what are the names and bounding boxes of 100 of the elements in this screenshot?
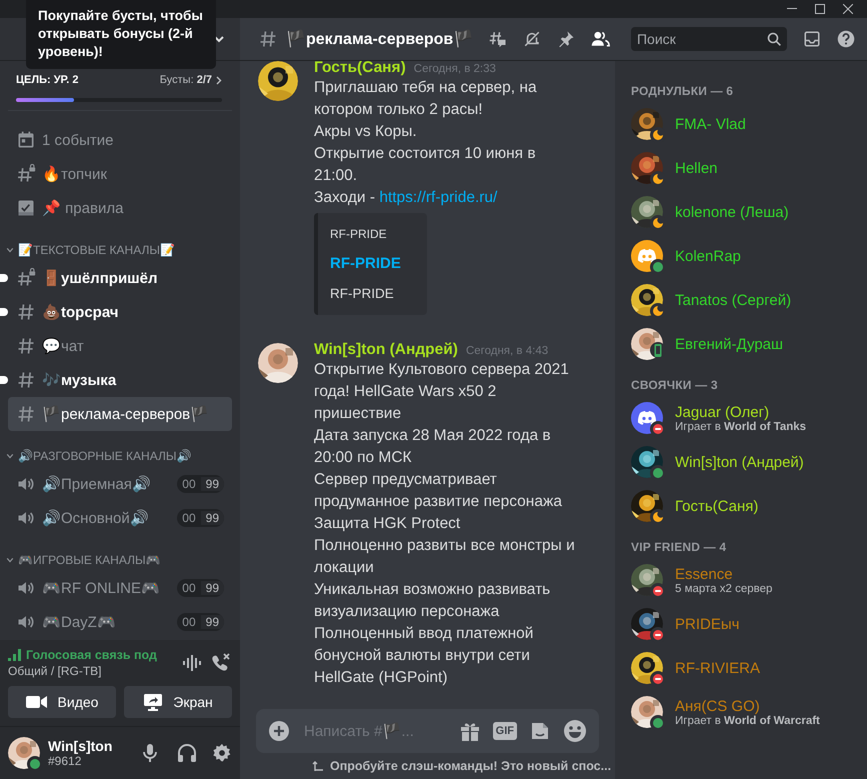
member-name: Win[s]ton (Андрей) bbox=[675, 454, 804, 470]
member-item[interactable]: KolenRap bbox=[623, 234, 859, 278]
member-name: Аня(CS GO) bbox=[675, 698, 761, 714]
message-text: Дата запуска 28 Мая 2022 года в 20:00 по МСК bbox=[314, 426, 552, 468]
user-count: 00 bbox=[181, 477, 197, 491]
category-title[interactable]: 📝ТЕКСТОВЫЕ КАНАЛЫ📝 bbox=[18, 243, 232, 257]
headphones-icon[interactable] bbox=[176, 742, 198, 764]
channel-item[interactable]: 🔊Основной🔊 00 99 bbox=[8, 501, 232, 535]
hash-icon bbox=[16, 404, 36, 424]
screen-share-button[interactable]: Экран bbox=[124, 686, 232, 718]
member-name: Tanatos (Сергей) bbox=[675, 292, 792, 308]
member-item[interactable]: PRIDEыч bbox=[623, 602, 859, 646]
member-item[interactable]: Hellen bbox=[623, 146, 859, 190]
channel-item[interactable]: 1 событие bbox=[8, 123, 232, 157]
member-group-title: VIP FRIEND — 4 bbox=[630, 539, 728, 556]
tooltip: Покупайте бусты, чтобы открывать бонусы (2-й уровень)! bbox=[26, 0, 216, 69]
sound-wave-icon[interactable] bbox=[182, 653, 202, 673]
user-limit: 99 bbox=[200, 511, 224, 525]
user-limit: 99 bbox=[200, 615, 224, 629]
sticker-icon[interactable] bbox=[529, 720, 551, 742]
hash-icon bbox=[16, 336, 36, 356]
member-item[interactable]: RF-RIVIERA bbox=[623, 646, 859, 690]
category-title[interactable]: 🔊РАЗГОВОРНЫЕ КАНАЛЫ🔊 bbox=[18, 449, 232, 463]
calendar-icon bbox=[16, 130, 36, 150]
video-button[interactable]: Видео bbox=[8, 686, 116, 718]
member-item[interactable]: FMA- Vlad bbox=[623, 102, 859, 146]
search-field[interactable]: Поиск bbox=[630, 27, 787, 51]
close-icon[interactable] bbox=[843, 4, 853, 14]
channel-item[interactable]: 🎮RF ONLINE🎮 00 99 bbox=[8, 571, 232, 605]
embed-title[interactable]: RF-PRIDE bbox=[330, 255, 401, 272]
chevron-icon[interactable] bbox=[216, 76, 222, 84]
channel-title: 🏴реклама-серверов🏴 bbox=[286, 29, 474, 49]
member-activity: Играет в World of Tanks bbox=[675, 420, 806, 432]
member-name: kolenone (Леша) bbox=[675, 204, 789, 220]
member-item[interactable]: Win[s]ton (Андрей) bbox=[623, 440, 859, 484]
message-text: Открытие состоится 10 июня в 21:00. bbox=[314, 144, 537, 186]
voice-status: Голосовая связь под bbox=[26, 648, 157, 662]
message-text: Уникальная возможно развивать визуализацию персонажа bbox=[314, 580, 552, 622]
hash-icon bbox=[16, 370, 36, 390]
message-text: Приглашаю тебя на сервер, на котором только 2 расы! bbox=[314, 78, 538, 120]
member-name: Hellen bbox=[675, 160, 718, 176]
screen-share-icon bbox=[143, 692, 164, 712]
channel-item[interactable]: 🔊Приемная🔊 00 99 bbox=[8, 467, 232, 501]
user-tag: #9612 bbox=[48, 754, 132, 768]
channel-item[interactable]: 💩topcрач bbox=[8, 295, 232, 329]
slash-command-hint[interactable]: Опробуйте слэш-команды! Это новый спос... bbox=[330, 759, 612, 773]
member-name: PRIDEыч bbox=[675, 616, 740, 632]
channel-item[interactable]: 🔥топчик bbox=[8, 157, 232, 191]
member-item[interactable]: kolenone (Леша) bbox=[623, 190, 859, 234]
channel-item[interactable]: 💬чат bbox=[8, 329, 232, 363]
embed-description: RF-PRIDE bbox=[330, 286, 395, 301]
message-author[interactable]: Win[s]ton (Андрей) bbox=[314, 341, 458, 359]
member-name: RF-RIVIERA bbox=[675, 660, 760, 676]
member-item[interactable]: Евгений-Дураш bbox=[623, 322, 859, 366]
message-text: Полноценный ввод платежной бонусной валюты внутри сети HellGate (HGPoint) bbox=[314, 624, 534, 688]
message-text: Полноценно развиты все монстры и локации bbox=[314, 536, 576, 578]
member-item[interactable]: Jaguar (Олег) Играет в World of Tanks bbox=[623, 396, 859, 440]
help-icon[interactable] bbox=[836, 28, 855, 50]
member-activity: Играет в World of Warcraft bbox=[675, 714, 820, 726]
member-name: KolenRap bbox=[675, 248, 741, 264]
message-text: Сервер предусматривает продуманное развитие персонажа bbox=[314, 470, 563, 512]
user-count: 00 bbox=[181, 581, 197, 595]
category-title[interactable]: 🎮ИГРОВЫЕ КАНАЛЫ🎮 bbox=[18, 553, 232, 567]
member-item[interactable]: Гость(Саня) bbox=[623, 484, 859, 528]
message-link[interactable]: https://rf-pride.ru/ bbox=[379, 189, 498, 206]
member-name: Essence bbox=[675, 566, 734, 582]
camera-icon bbox=[26, 695, 48, 709]
boost-goal: ЦЕЛЬ: УР. 2 bbox=[16, 74, 78, 86]
slash-command-icon bbox=[312, 760, 324, 772]
message-text: Заходи - https://rf-pride.ru/ bbox=[314, 188, 498, 208]
channel-item[interactable]: 🎮DayZ🎮 00 99 bbox=[8, 605, 232, 639]
user-count: 00 bbox=[181, 615, 197, 629]
message-text: Защита HGK Protect bbox=[314, 514, 462, 534]
add-icon[interactable] bbox=[268, 720, 290, 742]
member-item[interactable]: Tanatos (Сергей) bbox=[623, 278, 859, 322]
settings-icon[interactable] bbox=[212, 743, 232, 763]
emoji-icon[interactable] bbox=[563, 719, 587, 743]
locked-hash-icon bbox=[16, 268, 36, 288]
microphone-icon[interactable] bbox=[140, 743, 160, 763]
voice-channel-label[interactable]: Общий / [RG-TB] bbox=[8, 664, 174, 678]
member-item[interactable]: Essence 5 марта x2 сервер bbox=[623, 558, 859, 602]
gif-button[interactable]: GIF bbox=[492, 722, 517, 740]
maximize-icon[interactable] bbox=[815, 4, 825, 14]
channel-item[interactable]: 🚪ушёлпришёл bbox=[8, 261, 232, 295]
member-name: Гость(Саня) bbox=[675, 498, 758, 514]
user-limit: 99 bbox=[200, 477, 224, 491]
checklist-icon bbox=[16, 198, 36, 218]
boost-count[interactable]: Бусты: 2/7 bbox=[160, 74, 212, 86]
member-name: FMA- Vlad bbox=[675, 116, 746, 132]
search-icon[interactable] bbox=[766, 32, 781, 46]
minimize-icon[interactable] bbox=[787, 8, 797, 10]
channel-item[interactable]: 🎶музыка bbox=[8, 363, 232, 397]
user-count: 00 bbox=[181, 511, 197, 525]
message-author[interactable]: Гость(Саня) bbox=[314, 60, 406, 77]
member-group-title: РОДНУЛЬКИ — 6 bbox=[630, 83, 734, 100]
channel-item[interactable]: 📌 правила bbox=[8, 191, 232, 225]
channel-item[interactable]: 🏴реклама-серверов🏴 bbox=[8, 397, 232, 431]
member-name: Евгений-Дураш bbox=[675, 336, 784, 352]
member-item[interactable]: Аня(CS GO) Играет в World of Warcraft bbox=[623, 690, 859, 734]
member-name: Jaguar (Олег) bbox=[675, 404, 770, 420]
